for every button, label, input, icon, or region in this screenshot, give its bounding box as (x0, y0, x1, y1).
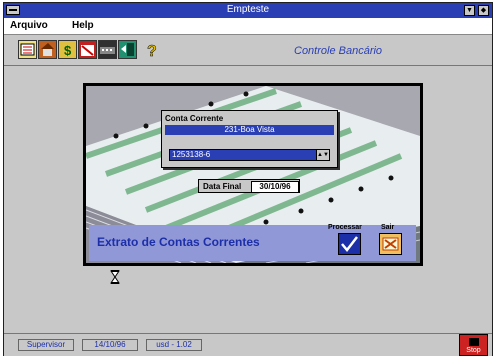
status-version: usd - 1.02 (146, 339, 202, 351)
checkmark-icon (341, 236, 358, 252)
calendar-icon[interactable] (78, 40, 97, 59)
stop-icon (469, 338, 479, 346)
stop-button[interactable]: Stop (459, 334, 488, 356)
help-question-icon[interactable]: ? (144, 40, 163, 61)
status-date: 14/10/96 (82, 339, 138, 351)
keyboard-icon[interactable] (98, 40, 117, 59)
report-title: Extrato de Contas Correntes (97, 235, 260, 249)
svg-text:?: ? (147, 43, 157, 59)
dropdown-arrow-icon[interactable]: ▲▼ (316, 150, 329, 160)
menu-arquivo[interactable]: Arquivo (10, 20, 48, 31)
status-bar: Supervisor 14/10/96 usd - 1.02 (4, 333, 492, 356)
stop-label: Stop (466, 347, 481, 354)
account-dialog: Conta Corrente 231-Boa Vista 1253138-6 ▲… (161, 110, 338, 168)
exit-button[interactable] (379, 233, 402, 255)
date-field-group: Data Final 30/10/96 (198, 179, 300, 193)
menu-help[interactable]: Help (72, 20, 94, 31)
process-label: Processar (328, 224, 362, 231)
records-icon[interactable] (18, 40, 37, 59)
account-number-value: 1253138-6 (172, 150, 211, 159)
date-input[interactable]: 30/10/96 (251, 181, 299, 193)
close-x-icon (382, 237, 399, 251)
window-title: Empteste (226, 4, 270, 15)
toolbar-title: Controle Bancário (294, 45, 383, 57)
exit-label: Sair (381, 224, 395, 231)
status-user: Supervisor (18, 339, 74, 351)
account-dialog-label: Conta Corrente (165, 114, 224, 123)
minimize-button[interactable]: ▼ (464, 5, 475, 16)
money-icon[interactable]: $ (58, 40, 77, 59)
date-label: Data Final (203, 182, 242, 191)
menu-bar: Arquivo Help (4, 18, 492, 35)
toolbar: $ ? Controle Bancário (4, 35, 492, 66)
process-button[interactable] (338, 233, 361, 255)
exit-door-icon[interactable] (118, 40, 137, 59)
svg-text:$: $ (64, 43, 72, 58)
building-icon[interactable] (38, 40, 57, 59)
restore-button[interactable]: ◆ (478, 5, 489, 16)
report-panel: Extrato de Contas Correntes (89, 225, 416, 261)
title-bar: Empteste ▼ ◆ (4, 3, 492, 18)
account-name: 231-Boa Vista (165, 125, 334, 135)
account-number-select[interactable]: 1253138-6 ▲▼ (169, 149, 330, 161)
hourglass-icon (110, 270, 120, 284)
